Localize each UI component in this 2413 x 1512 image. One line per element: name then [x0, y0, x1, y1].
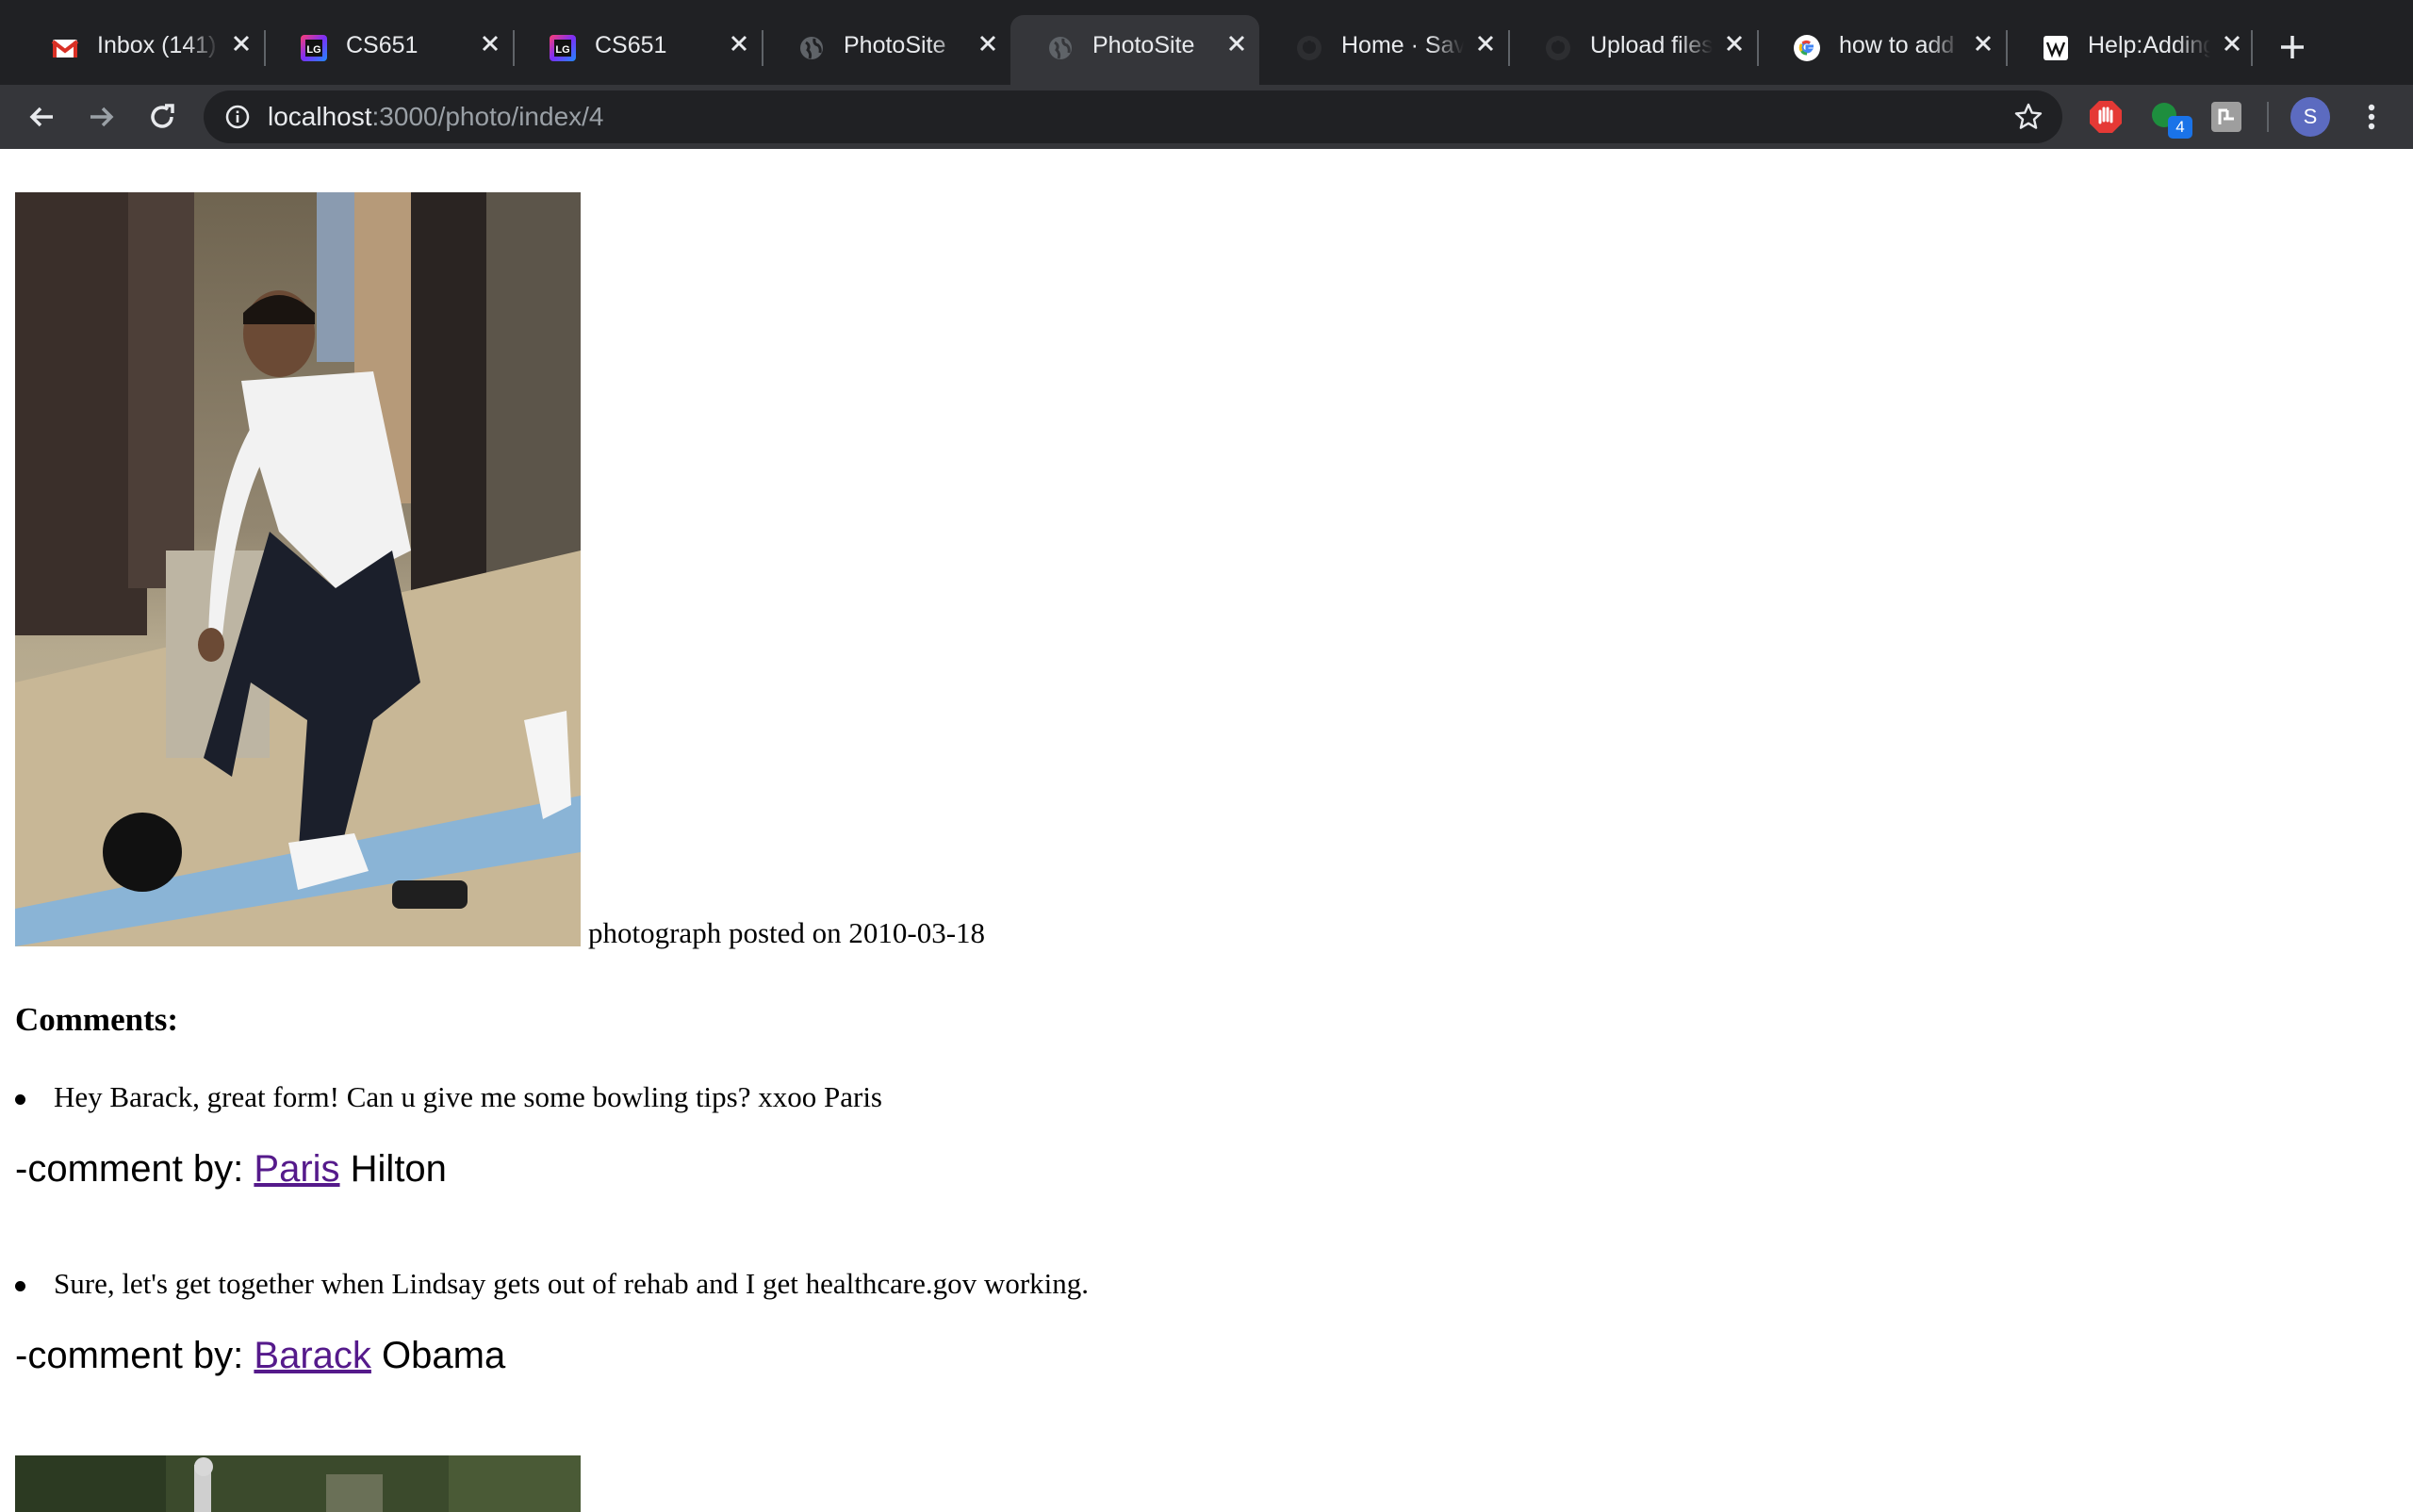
- tab-title: Inbox (141): [97, 32, 217, 58]
- tab-photosite[interactable]: PhotoSite: [762, 15, 1010, 85]
- close-tab-icon[interactable]: [1972, 32, 1994, 55]
- tab-wikipedia[interactable]: Help:Adding: [2006, 15, 2255, 85]
- author-last-name: Obama: [370, 1335, 506, 1376]
- comment-text: Sure, let's get together when Lindsay ge…: [54, 1267, 1090, 1300]
- tab-separator: [2251, 30, 2253, 66]
- lg-icon: LG: [550, 35, 576, 61]
- author-link-paris[interactable]: Paris: [254, 1148, 339, 1190]
- tab-title: how to add: [1839, 32, 1955, 58]
- google-icon: [1794, 35, 1820, 61]
- close-tab-icon[interactable]: [728, 32, 750, 55]
- photo-bowling: [15, 192, 581, 946]
- gmail-icon: [51, 40, 79, 58]
- close-tab-icon[interactable]: [2221, 32, 2243, 55]
- page-content: photograph posted on 2010-03-18 Comments…: [0, 149, 2413, 1512]
- comment-byline: -comment by: Paris Hilton: [15, 1148, 447, 1191]
- tab-title: Upload files: [1590, 32, 1713, 58]
- tab-title: PhotoSite: [844, 32, 946, 58]
- back-icon[interactable]: [23, 98, 60, 136]
- info-icon[interactable]: [224, 104, 251, 130]
- puzzle-extension-icon[interactable]: [2208, 98, 2245, 136]
- tab-title: Help:Adding: [2088, 32, 2210, 58]
- tab-cs651[interactable]: LG CS651: [264, 15, 513, 85]
- reload-icon[interactable]: [143, 98, 181, 136]
- globe-icon: [800, 37, 823, 59]
- tab-title: Home · Savi: [1341, 32, 1464, 58]
- comment-byline: -comment by: Barack Obama: [15, 1335, 505, 1377]
- url-host: localhost: [268, 102, 372, 131]
- adblock-extension-icon[interactable]: [2087, 98, 2125, 136]
- close-tab-icon[interactable]: [479, 32, 501, 55]
- tab-github-upload[interactable]: Upload files: [1508, 15, 1757, 85]
- url-text: localhost:3000/photo/index/4: [268, 102, 604, 132]
- close-tab-icon[interactable]: [977, 32, 999, 55]
- photo-caption: photograph posted on 2010-03-18: [588, 916, 986, 949]
- close-tab-icon[interactable]: [230, 32, 253, 55]
- byline-prefix: -comment by:: [15, 1335, 254, 1376]
- byline-prefix: -comment by:: [15, 1148, 254, 1190]
- bookmark-star-icon[interactable]: [2013, 102, 2044, 132]
- wikipedia-icon: [2044, 36, 2068, 60]
- comment-text: Hey Barack, great form! Can u give me so…: [54, 1080, 882, 1113]
- tab-google-search[interactable]: how to add: [1757, 15, 2006, 85]
- tab-github-home[interactable]: Home · Savi: [1259, 15, 1508, 85]
- close-tab-icon[interactable]: [1225, 32, 1248, 55]
- close-tab-icon[interactable]: [1723, 32, 1746, 55]
- bullet-icon: [15, 1094, 25, 1106]
- new-tab-icon[interactable]: [2273, 28, 2311, 66]
- address-bar[interactable]: localhost:3000/photo/index/4: [204, 90, 2062, 143]
- profile-avatar[interactable]: S: [2290, 97, 2330, 137]
- comments-heading: Comments:: [15, 1001, 179, 1038]
- github-icon: [1546, 36, 1570, 60]
- svg-text:LG: LG: [555, 44, 569, 56]
- url-path: :3000/photo/index/4: [371, 102, 604, 131]
- tab-title: CS651: [346, 32, 419, 58]
- tab-inbox[interactable]: Inbox (141): [15, 15, 264, 85]
- tab-cs651-2[interactable]: LG CS651: [513, 15, 762, 85]
- tab-photosite-active[interactable]: PhotoSite: [1010, 15, 1259, 85]
- close-tab-icon[interactable]: [1474, 32, 1497, 55]
- github-icon: [1297, 36, 1321, 60]
- tab-title: PhotoSite: [1092, 32, 1195, 58]
- tab-strip: Inbox (141) LG CS651 LG CS651 PhotoSite …: [0, 0, 2413, 85]
- menu-kebab-icon[interactable]: [2353, 98, 2390, 136]
- toolbar-separator: [2267, 102, 2269, 132]
- comment-item: Hey Barack, great form! Can u give me so…: [15, 1080, 882, 1114]
- comment-item: Sure, let's get together when Lindsay ge…: [15, 1267, 1089, 1301]
- forward-icon[interactable]: [83, 98, 121, 136]
- extension-badge: 4: [2168, 116, 2192, 139]
- svg-text:LG: LG: [306, 44, 320, 56]
- author-last-name: Hilton: [339, 1148, 447, 1190]
- globe-icon: [1049, 37, 1072, 59]
- author-link-barack[interactable]: Barack: [254, 1335, 371, 1376]
- browser-toolbar: localhost:3000/photo/index/4 4 S: [0, 85, 2413, 149]
- lg-icon: LG: [301, 35, 327, 61]
- tab-title: CS651: [595, 32, 667, 58]
- photo-next-partial: [15, 1455, 581, 1512]
- bullet-icon: [15, 1281, 25, 1292]
